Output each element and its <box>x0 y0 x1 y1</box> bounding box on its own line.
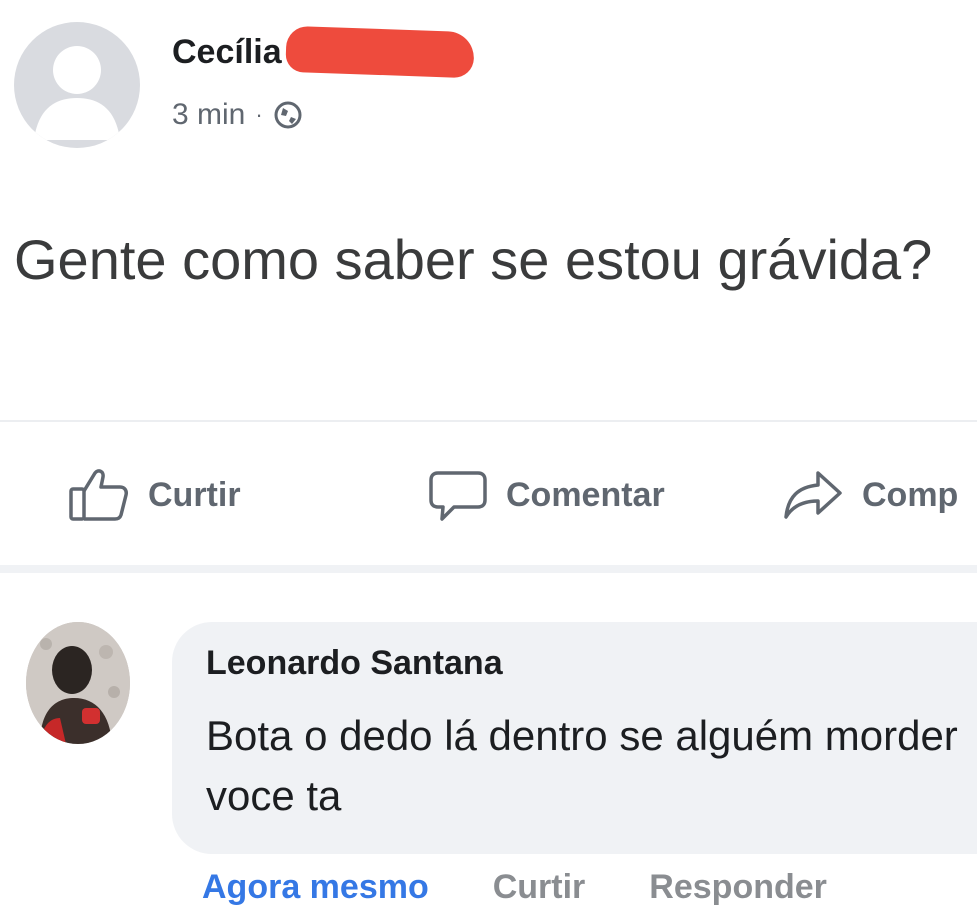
post-meta: 3 min · <box>172 98 303 132</box>
post-text: Gente como saber se estou grávida? <box>14 228 933 291</box>
comment-actions: Agora mesmo Curtir Responder <box>202 860 827 914</box>
share-arrow-icon <box>784 471 842 519</box>
share-label: Comp <box>862 475 959 514</box>
author-avatar[interactable] <box>14 22 140 148</box>
post-time[interactable]: 3 min <box>172 98 245 132</box>
comment-button[interactable]: Comentar <box>428 460 665 530</box>
globe-icon <box>274 101 302 129</box>
post-actions: Curtir Comentar Comp <box>0 460 977 530</box>
share-button[interactable]: Comp <box>782 460 958 530</box>
like-label: Curtir <box>148 475 241 514</box>
author-row: Cecília <box>172 25 475 79</box>
comment-bubble: Leonardo Santana Bota o dedo lá dentro s… <box>172 622 977 854</box>
comment-label: Comentar <box>506 475 665 514</box>
comment-text: Bota o dedo lá dentro se alguém morder v… <box>206 712 958 819</box>
divider <box>0 420 977 422</box>
thumbs-up-icon <box>69 469 128 521</box>
commenter-name[interactable]: Leonardo Santana <box>206 644 503 683</box>
like-button[interactable]: Curtir <box>68 460 241 530</box>
author-name[interactable]: Cecília <box>172 33 282 72</box>
meta-separator: · <box>255 102 263 127</box>
comment-reply-button[interactable]: Responder <box>649 868 827 907</box>
comment-like-button[interactable]: Curtir <box>493 868 586 907</box>
redaction-mark <box>284 25 475 79</box>
comment-bubble-icon <box>429 471 487 521</box>
comment-timestamp[interactable]: Agora mesmo <box>202 868 429 907</box>
default-user-icon <box>34 46 120 140</box>
section-divider <box>0 565 977 573</box>
commenter-photo <box>26 622 130 744</box>
post: Cecília 3 min · Gente como saber se esto… <box>0 0 977 560</box>
commenter-avatar[interactable] <box>26 622 130 744</box>
